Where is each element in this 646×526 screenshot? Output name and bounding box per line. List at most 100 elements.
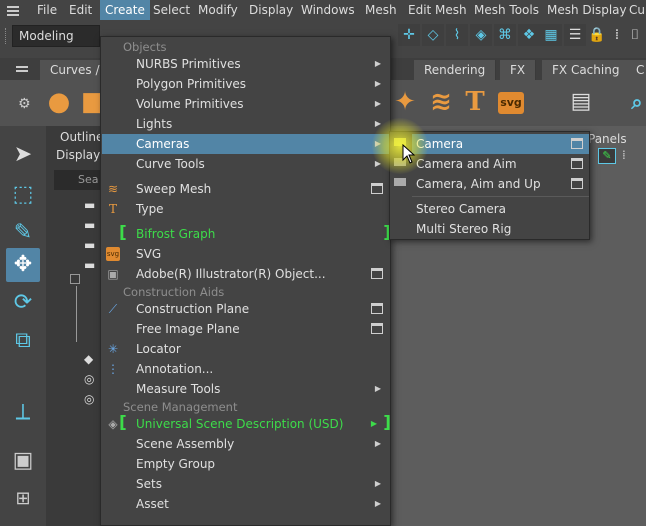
- menu-item-empty-group[interactable]: Empty Group: [102, 454, 389, 474]
- option-box-icon[interactable]: [571, 138, 583, 149]
- camera-node-icon[interactable]: ▬: [84, 258, 95, 272]
- menu-set-dropdown[interactable]: Modeling: [12, 25, 100, 47]
- submenu-item-camera-and-aim[interactable]: Camera and Aim: [412, 154, 589, 174]
- expand-icon[interactable]: [70, 274, 80, 284]
- menu-item-curve-tools[interactable]: Curve Tools▶: [102, 154, 389, 174]
- menu-item-scene-assembly[interactable]: Scene Assembly ▶: [102, 434, 389, 454]
- tab-rendering[interactable]: Rendering: [414, 60, 497, 80]
- outliner-search-input[interactable]: Sea: [54, 170, 106, 190]
- menu-item-illustrator[interactable]: ▣ Adobe(R) Illustrator(R) Object...: [102, 264, 389, 284]
- tab-more[interactable]: C: [626, 60, 646, 80]
- submenu-item-multi-stereo-rig[interactable]: Multi Stereo Rig: [412, 219, 589, 239]
- snap-curve-icon[interactable]: ◇: [422, 24, 444, 46]
- menu-create[interactable]: Create: [100, 0, 150, 20]
- snap-grid-icon[interactable]: ◈: [470, 24, 492, 46]
- camera-icon[interactable]: ⌷: [624, 24, 646, 46]
- paint-select-icon[interactable]: ✎: [6, 216, 40, 250]
- menu-item-nurbs-primitives[interactable]: NURBS Primitives ▶: [102, 54, 389, 74]
- sphere-icon[interactable]: ●: [44, 86, 74, 118]
- option-box-icon[interactable]: [371, 323, 383, 334]
- scale-tool-icon[interactable]: ⧉: [6, 324, 40, 358]
- menu-item-volume-primitives[interactable]: Volume Primitives ▶: [102, 94, 389, 114]
- menu-item-bifrost-graph[interactable]: [Bifrost Graph]: [102, 224, 391, 244]
- option-box-icon[interactable]: [571, 178, 583, 189]
- menu-item-usd[interactable]: ◈[Universal Scene Description (USD) ▶]: [102, 413, 391, 434]
- menu-item-cameras[interactable]: Cameras▶: [102, 134, 389, 154]
- viewport-option-icon[interactable]: ⁞: [622, 148, 636, 164]
- submenu-item-camera-aim-up[interactable]: Camera, Aim and Up: [412, 174, 589, 194]
- plus-icon[interactable]: ✛: [398, 24, 420, 46]
- render-icon[interactable]: ☰: [564, 24, 586, 46]
- snap-live-icon[interactable]: ❖: [518, 24, 540, 46]
- menu-item-construction-plane[interactable]: ⟋ Construction Plane: [102, 299, 389, 319]
- menu-item-sets[interactable]: Sets ▶: [102, 474, 389, 494]
- menu-curves[interactable]: Cur: [624, 0, 646, 20]
- menu-item-label: Adobe(R) Illustrator(R) Object...: [136, 267, 326, 281]
- lasso-tool-icon[interactable]: ⬚: [6, 178, 40, 212]
- menu-item-label: Annotation...: [136, 362, 214, 376]
- text-icon[interactable]: T: [460, 86, 490, 118]
- menu-item-label: Locator: [136, 342, 181, 356]
- submenu-item-label: Camera, Aim and Up: [416, 177, 541, 191]
- sweep-icon[interactable]: ≋: [426, 86, 456, 118]
- menu-modify[interactable]: Modify: [193, 0, 243, 20]
- menu-item-free-image-plane[interactable]: Free Image Plane: [102, 319, 389, 339]
- viewport-tool-icon[interactable]: ✎: [598, 148, 616, 164]
- set-node-icon[interactable]: ◎: [84, 392, 94, 406]
- group-node-icon[interactable]: ◆: [84, 352, 93, 366]
- shelf-menu-icon[interactable]: [16, 66, 28, 68]
- camera-node-icon[interactable]: ▬: [84, 198, 95, 212]
- lock-icon[interactable]: 🔒: [586, 24, 608, 46]
- rotate-tool-icon[interactable]: ⟳: [6, 286, 40, 320]
- submenu-item-stereo-camera[interactable]: Stereo Camera: [412, 199, 589, 219]
- camera-node-icon[interactable]: ▬: [84, 238, 95, 252]
- svg-icon[interactable]: svg: [498, 92, 524, 114]
- snap-view-icon[interactable]: ⌘: [494, 24, 516, 46]
- menu-item-annotation[interactable]: ⋮ Annotation...: [102, 359, 389, 379]
- option-box-icon[interactable]: [371, 268, 383, 279]
- star-icon[interactable]: ✦: [390, 86, 420, 118]
- set-node-icon[interactable]: ◎: [84, 372, 94, 386]
- layout-single-icon[interactable]: ▣: [6, 444, 40, 478]
- menu-mesh-display[interactable]: Mesh Display: [542, 0, 632, 20]
- layout-four-icon[interactable]: ⊞: [6, 482, 40, 516]
- uv-editor-icon[interactable]: ▤: [566, 86, 596, 118]
- outliner-display-menu[interactable]: Display: [56, 148, 100, 162]
- submenu-item-camera[interactable]: Camera: [412, 134, 589, 154]
- search-icon[interactable]: ⌕: [622, 86, 646, 118]
- panels-menu[interactable]: Panels: [588, 132, 627, 146]
- menu-item-type[interactable]: T Type: [102, 199, 389, 219]
- menu-file-icon[interactable]: [2, 0, 24, 20]
- menu-item-sweep-mesh[interactable]: ≋ Sweep Mesh: [102, 179, 389, 199]
- menu-edit-mesh[interactable]: Edit Mesh: [403, 0, 472, 20]
- option-box-icon[interactable]: [571, 158, 583, 169]
- menu-item-measure-tools[interactable]: Measure Tools ▶: [102, 379, 389, 399]
- menu-display[interactable]: Display: [244, 0, 298, 20]
- move-tool-icon[interactable]: ✥: [6, 248, 40, 282]
- menu-item-lights[interactable]: Lights ▶: [102, 114, 389, 134]
- menu-item-locator[interactable]: ✳ Locator: [102, 339, 389, 359]
- render-frame-icon[interactable]: ▦: [540, 24, 562, 46]
- menu-windows[interactable]: Windows: [296, 0, 360, 20]
- tab-fx[interactable]: FX: [500, 60, 537, 80]
- menu-item-svg[interactable]: svg SVG: [102, 244, 389, 264]
- camera-node-icon[interactable]: ▬: [84, 218, 95, 232]
- menu-mesh[interactable]: Mesh: [360, 0, 402, 20]
- option-box-icon[interactable]: [371, 303, 383, 314]
- menu-item-label: Bifrost Graph: [136, 227, 216, 241]
- menu-item-asset[interactable]: Asset ▶: [102, 494, 389, 514]
- left-bracket-icon: [: [119, 413, 127, 433]
- menu-item-label: Sweep Mesh: [136, 182, 212, 196]
- menu-file[interactable]: File: [32, 0, 62, 20]
- tab-fx-caching[interactable]: FX Caching: [542, 60, 631, 80]
- manipulator-icon[interactable]: ⟂: [6, 396, 40, 430]
- snap-point-icon[interactable]: ⌇: [446, 24, 468, 46]
- gear-icon[interactable]: ⚙: [18, 96, 31, 112]
- menu-edit[interactable]: Edit: [64, 0, 97, 20]
- menu-item-polygon-primitives[interactable]: Polygon Primitives ▶: [102, 74, 389, 94]
- annotation-icon: ⋮: [107, 362, 119, 376]
- select-tool-icon[interactable]: ➤: [6, 138, 40, 172]
- menu-select[interactable]: Select: [148, 0, 195, 20]
- menu-mesh-tools[interactable]: Mesh Tools: [469, 0, 544, 20]
- option-box-icon[interactable]: [371, 183, 383, 194]
